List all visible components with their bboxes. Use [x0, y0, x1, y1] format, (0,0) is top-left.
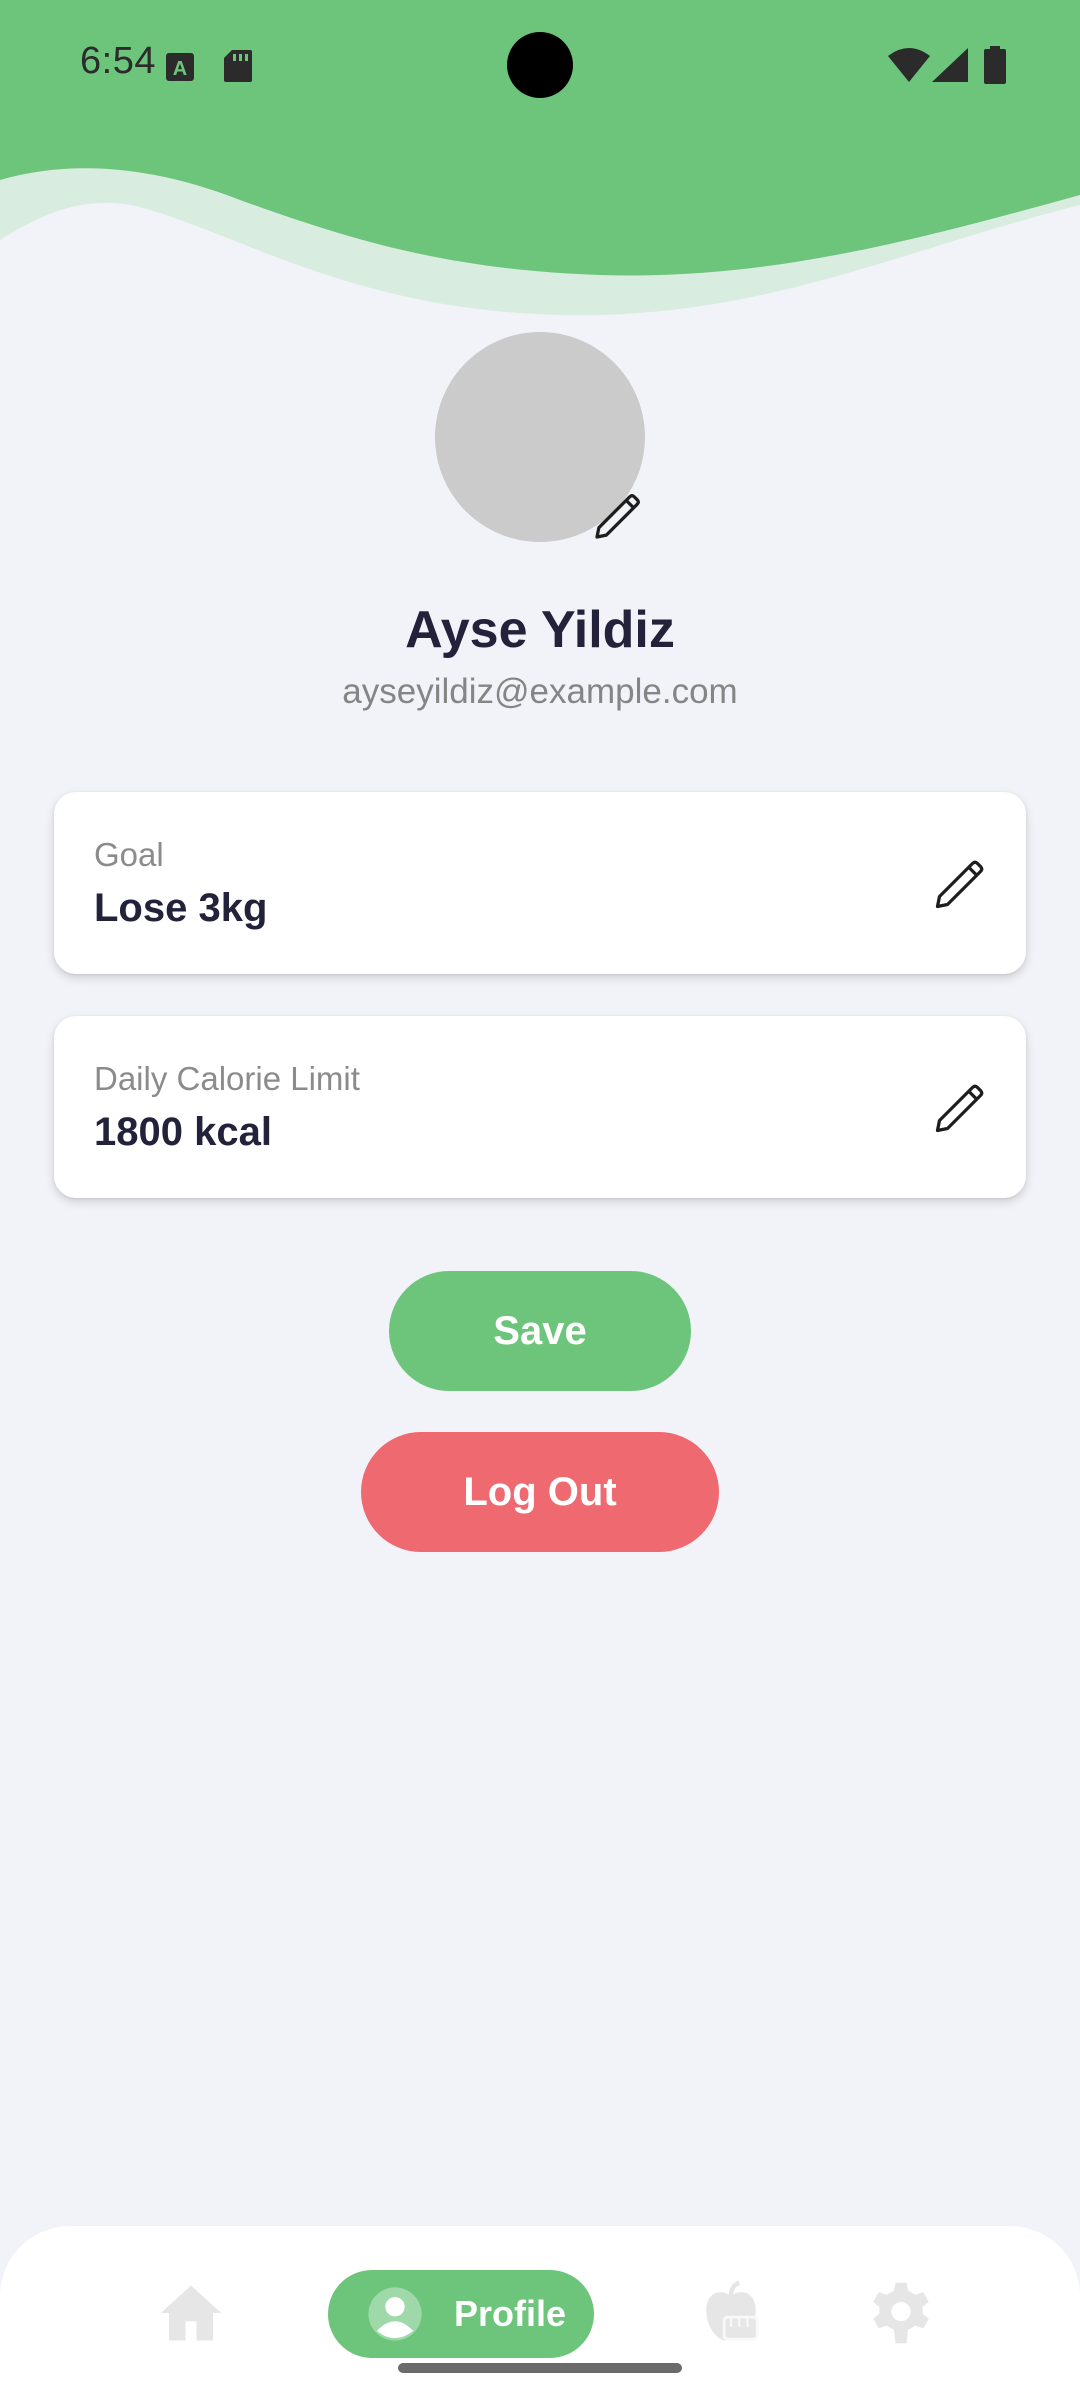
sd-card-icon: [224, 50, 252, 82]
svg-text:A: A: [173, 58, 187, 80]
home-indicator[interactable]: [398, 2363, 682, 2373]
apple-scale-icon[interactable]: [698, 2280, 764, 2346]
save-button[interactable]: Save: [389, 1271, 691, 1391]
battery-icon: [984, 46, 1006, 84]
pencil-icon[interactable]: [590, 488, 646, 544]
calorie-limit-card[interactable]: Daily Calorie Limit 1800 kcal: [54, 1016, 1026, 1198]
home-icon[interactable]: [158, 2280, 224, 2346]
pencil-icon[interactable]: [930, 1078, 990, 1138]
user-email: ayseyildiz@example.com: [342, 672, 738, 711]
nav-item-profile[interactable]: Profile: [328, 2270, 594, 2358]
calorie-limit-value: 1800 kcal: [94, 1110, 272, 1154]
profile-icon: [368, 2287, 422, 2341]
bottom-nav: Profile: [0, 2226, 1080, 2400]
pencil-icon[interactable]: [930, 854, 990, 914]
status-bar: 6:54 A: [0, 0, 1080, 130]
wifi-icon: [888, 48, 930, 82]
goal-card[interactable]: Goal Lose 3kg: [54, 792, 1026, 974]
goal-value: Lose 3kg: [94, 886, 268, 930]
a-notification-icon: A: [166, 53, 194, 81]
signal-icon: [932, 48, 968, 82]
goal-label: Goal: [94, 836, 164, 873]
status-time: 6:54: [80, 40, 156, 82]
calorie-limit-label: Daily Calorie Limit: [94, 1060, 360, 1097]
nav-profile-label: Profile: [454, 2293, 567, 2334]
user-name: Ayse Yildiz: [405, 601, 675, 659]
gear-icon[interactable]: [868, 2280, 934, 2346]
logout-button[interactable]: Log Out: [361, 1432, 719, 1552]
camera-cutout: [507, 32, 573, 98]
